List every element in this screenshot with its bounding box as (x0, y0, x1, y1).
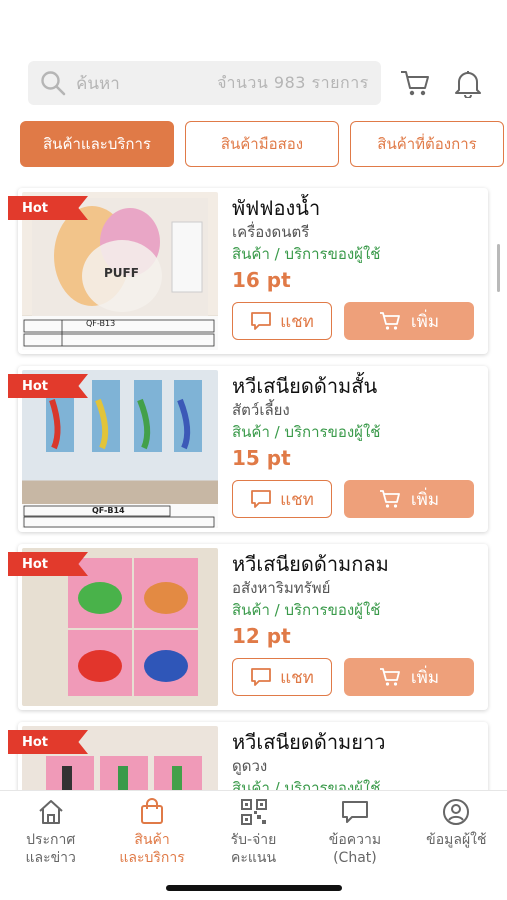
hot-badge: Hot (8, 374, 88, 398)
nav-label-profile: ข้อมูลผู้ใช้ (426, 832, 487, 848)
chat-button-label: แชท (280, 489, 314, 510)
product-price: 16 pt (232, 268, 291, 292)
chat-bubble-icon (341, 801, 368, 823)
bottom-navigation: ประกาศ และข่าว สินค้า และบริการ รับ-จ่าย… (0, 790, 507, 900)
nav-item-chat[interactable]: ข้อความ (Chat) (304, 791, 405, 900)
shopping-bag-icon (141, 798, 164, 824)
search-icon (41, 71, 66, 96)
chat-icon (251, 312, 272, 330)
cart-icon (400, 71, 429, 96)
product-image-code: QF-B14 (92, 506, 125, 515)
product-list[interactable]: PUFF QF-B13 Hot พัฟฟองน้ำ เครื่องดนตรี ส… (0, 182, 507, 790)
cart-icon (379, 668, 400, 686)
chat-icon (251, 668, 272, 686)
result-count: จำนวน 983 รายการ (217, 72, 369, 92)
product-card[interactable]: QF-B14 Hot หวีเสนียดด้ามสั้น สัตว์เลี้ยง… (8, 366, 488, 532)
chat-button[interactable]: แชท (232, 658, 332, 696)
home-indicator (166, 885, 342, 891)
chat-button[interactable]: แชท (232, 480, 332, 518)
chat-button-label: แชท (280, 311, 314, 332)
product-type: สินค้า / บริการของผู้ใช้ (232, 423, 381, 441)
add-button-label: เพิ่ม (410, 489, 440, 510)
product-category: สัตว์เลี้ยง (232, 401, 290, 419)
notification-button[interactable] (448, 63, 488, 103)
category-tabs: สินค้าและบริการ สินค้ามือสอง สินค้าที่ต้… (20, 121, 504, 167)
hot-badge: Hot (8, 196, 88, 220)
chat-icon (251, 490, 272, 508)
add-to-cart-button[interactable]: เพิ่ม (344, 480, 474, 518)
nav-label-products: สินค้า และบริการ (119, 832, 185, 866)
hot-badge: Hot (8, 730, 88, 754)
product-card[interactable]: Hot หวีเสนียดด้ามกลม อสังหาริมทรัพย์ สิน… (8, 544, 488, 710)
hot-badge: Hot (8, 552, 88, 576)
chat-button-label: แชท (280, 667, 314, 688)
search-placeholder: ค้นหา (76, 73, 120, 94)
nav-item-points[interactable]: รับ-จ่าย คะแนน (203, 791, 304, 900)
product-price: 15 pt (232, 446, 291, 470)
product-type: สินค้า / บริการของผู้ใช้ (232, 779, 381, 790)
search-input[interactable]: ค้นหา จำนวน 983 รายการ (28, 61, 381, 105)
product-card[interactable]: PUFF QF-B13 Hot พัฟฟองน้ำ เครื่องดนตรี ส… (8, 188, 488, 354)
product-category: ดูดวง (232, 757, 268, 775)
product-image-brand: PUFF (104, 266, 139, 280)
user-icon (443, 799, 470, 825)
scrollbar[interactable] (497, 244, 500, 292)
nav-label-points: รับ-จ่าย คะแนน (230, 832, 277, 866)
chat-button[interactable]: แชท (232, 302, 332, 340)
nav-item-products[interactable]: สินค้า และบริการ (101, 791, 202, 900)
tab-wanted[interactable]: สินค้าที่ต้องการ (350, 121, 504, 167)
home-icon (39, 800, 63, 824)
tab-secondhand[interactable]: สินค้ามือสอง (185, 121, 339, 167)
add-to-cart-button[interactable]: เพิ่ม (344, 302, 474, 340)
add-button-label: เพิ่ม (410, 311, 440, 332)
add-to-cart-button[interactable]: เพิ่ม (344, 658, 474, 696)
add-button-label: เพิ่ม (410, 667, 440, 688)
product-category: เครื่องดนตรี (232, 223, 310, 241)
cart-icon (379, 312, 400, 330)
nav-label-news: ประกาศ และข่าว (25, 832, 76, 866)
bell-icon (455, 71, 482, 98)
product-card[interactable]: Hot หวีเสนียดด้ามยาว ดูดวง สินค้า / บริก… (8, 722, 488, 790)
search-row: ค้นหา จำนวน 983 รายการ (28, 60, 488, 106)
product-category: อสังหาริมทรัพย์ (232, 579, 331, 597)
cart-icon (379, 490, 400, 508)
cart-button[interactable] (395, 63, 435, 103)
nav-label-chat: ข้อความ (Chat) (328, 832, 382, 866)
product-image-code: QF-B13 (86, 319, 116, 328)
product-type: สินค้า / บริการของผู้ใช้ (232, 245, 381, 263)
product-price: 12 pt (232, 624, 291, 648)
tab-products-services[interactable]: สินค้าและบริการ (20, 121, 174, 167)
product-type: สินค้า / บริการของผู้ใช้ (232, 601, 381, 619)
qr-code-icon (240, 799, 267, 825)
nav-item-profile[interactable]: ข้อมูลผู้ใช้ (406, 791, 507, 900)
nav-item-news[interactable]: ประกาศ และข่าว (0, 791, 101, 900)
